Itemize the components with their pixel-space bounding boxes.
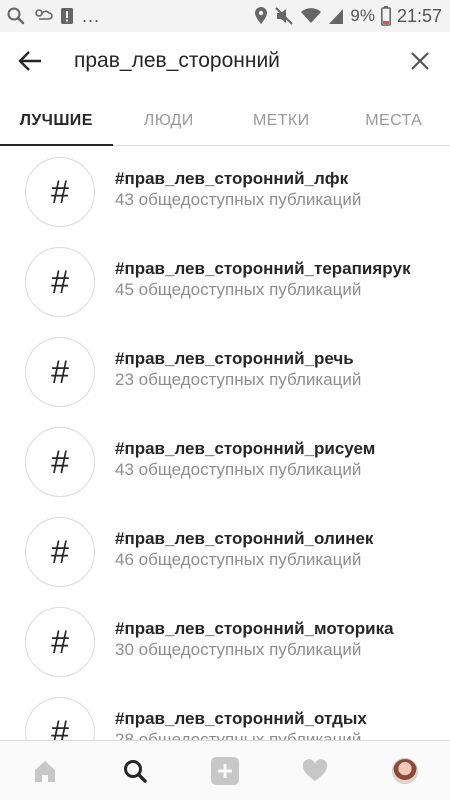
- post-count: 28 общедоступных публикаций: [115, 730, 362, 740]
- list-item[interactable]: # #прав_лев_сторонний_моторика 30 общедо…: [0, 597, 450, 687]
- mute-icon: [274, 6, 294, 26]
- search-header: прав_лев_сторонний: [0, 32, 450, 90]
- back-button[interactable]: [0, 32, 60, 90]
- hashtag-name: #прав_лев_сторонний_отдых: [115, 709, 367, 728]
- tab-tags[interactable]: МЕТКИ: [225, 96, 338, 145]
- list-item[interactable]: # #прав_лев_сторонний_лфк 43 общедоступн…: [0, 147, 450, 237]
- hashtag-name: #прав_лев_сторонний_олинек: [115, 529, 374, 548]
- bottom-nav: [0, 740, 450, 800]
- list-item[interactable]: # #прав_лев_сторонний_терапияpук 45 обще…: [0, 237, 450, 327]
- hashtag-icon: #: [25, 427, 95, 497]
- hashtag-name: #прав_лев_сторонний_моторика: [115, 619, 394, 638]
- search-input[interactable]: прав_лев_сторонний: [60, 49, 390, 73]
- status-bar-left: ...: [6, 6, 100, 27]
- battery-icon: [380, 6, 391, 26]
- post-count: 43 общедоступных публикаций: [115, 190, 362, 209]
- heart-icon: [302, 758, 328, 781]
- hashtag-icon: #: [25, 337, 95, 407]
- nav-search[interactable]: [90, 741, 180, 800]
- wifi-icon: [300, 6, 322, 26]
- nav-profile[interactable]: [360, 741, 450, 800]
- list-item[interactable]: # #прав_лев_сторонний_отдых 28 общедосту…: [0, 687, 450, 740]
- hashtag-icon: #: [25, 247, 95, 317]
- search-icon: [124, 759, 147, 783]
- post-count: 46 общедоступных публикаций: [115, 550, 362, 569]
- clock: 21:57: [396, 5, 442, 26]
- hashtag-icon: #: [25, 697, 95, 740]
- hashtag-name: #прав_лев_сторонний_речь: [115, 349, 354, 368]
- tab-top[interactable]: ЛУЧШИЕ: [0, 96, 113, 146]
- nav-home[interactable]: [0, 741, 90, 800]
- home-icon: [35, 760, 55, 782]
- nav-activity[interactable]: [270, 741, 360, 800]
- location-icon: [254, 6, 268, 26]
- post-count: 30 общедоступных публикаций: [115, 640, 362, 659]
- clear-search-button[interactable]: [390, 32, 450, 90]
- status-bar: ... 9% 21:57: [0, 0, 450, 32]
- list-item[interactable]: # #прав_лев_сторонний_олинек 46 общедост…: [0, 507, 450, 597]
- tab-places[interactable]: МЕСТА: [338, 96, 450, 145]
- more-notifications: ...: [82, 5, 101, 26]
- post-count: 43 общедоступных публикаций: [115, 460, 362, 479]
- status-bar-right: 9% 21:57: [254, 6, 442, 27]
- hashtag-icon: #: [25, 607, 95, 677]
- post-count: 23 общедоступных публикаций: [115, 370, 362, 389]
- results-list: # #прав_лев_сторонний_лфк 43 общедоступн…: [0, 147, 450, 740]
- hashtag-icon: #: [25, 157, 95, 227]
- hashtag-name: #прав_лев_сторонний_рисуем: [115, 439, 376, 458]
- signal-icon: [328, 6, 344, 26]
- hashtag-name: #прав_лев_сторонний_терапияpук: [115, 259, 411, 278]
- alert-notification-icon: [60, 6, 74, 26]
- hashtag-icon: #: [25, 517, 95, 587]
- battery-percentage: 9%: [350, 6, 375, 25]
- nav-add-post[interactable]: [180, 741, 270, 800]
- post-count: 45 общедоступных публикаций: [115, 280, 362, 299]
- add-post-icon: [211, 756, 239, 785]
- close-icon: [411, 52, 429, 70]
- list-item[interactable]: # #прав_лев_сторонний_речь 23 общедоступ…: [0, 327, 450, 417]
- list-item[interactable]: # #прав_лев_сторонний_рисуем 43 общедост…: [0, 417, 450, 507]
- search-notification-icon: [6, 6, 26, 26]
- back-arrow-icon: [18, 51, 41, 71]
- weather-notification-icon: [32, 6, 54, 26]
- tab-people[interactable]: ЛЮДИ: [113, 96, 226, 145]
- search-tabs: ЛУЧШИЕ ЛЮДИ МЕТКИ МЕСТА: [0, 96, 450, 146]
- hashtag-name: #прав_лев_сторонний_лфк: [115, 169, 349, 188]
- avatar: [392, 757, 418, 784]
